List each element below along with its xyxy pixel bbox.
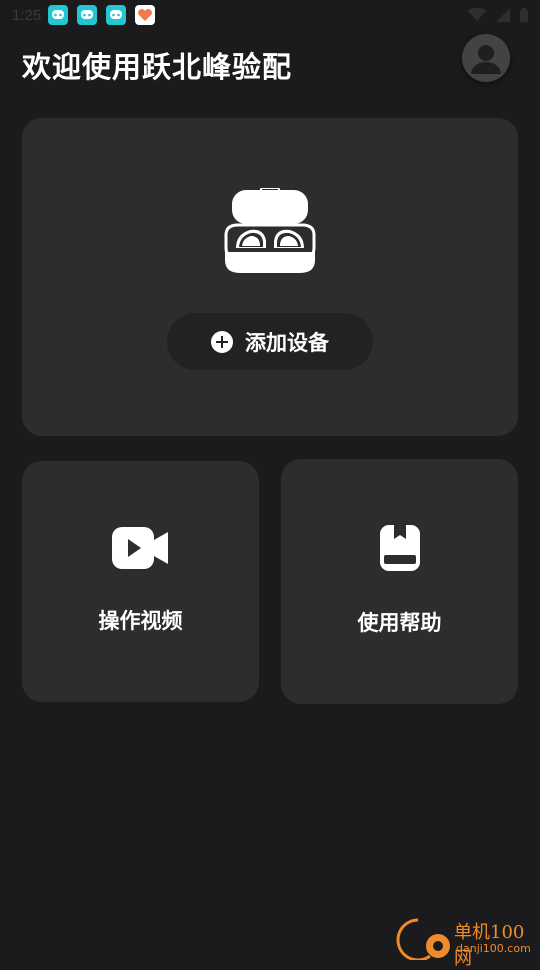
plus-circle-icon <box>211 330 233 353</box>
status-time: 1:25 <box>12 6 42 24</box>
watermark-line2: danji100.com <box>456 942 531 955</box>
health-app-notification-icon <box>135 5 155 25</box>
app-notification-icon <box>106 5 126 25</box>
notification-icons <box>48 5 155 25</box>
operation-video-tile[interactable]: 操作视频 <box>22 461 259 702</box>
avatar[interactable] <box>462 34 510 82</box>
help-book-icon <box>380 525 420 571</box>
app-notification-icon <box>77 5 97 25</box>
page-title: 欢迎使用跃北峰验配 <box>22 50 293 84</box>
status-bar: 1:25 <box>0 0 540 30</box>
operation-video-label: 操作视频 <box>98 609 183 633</box>
add-device-label: 添加设备 <box>245 330 329 355</box>
signal-icon <box>496 8 510 22</box>
watermark: 单机100网 danji100.com <box>390 916 540 969</box>
system-status-icons <box>468 8 528 22</box>
user-avatar-icon <box>462 34 510 82</box>
earbuds-case-icon <box>224 188 316 273</box>
usage-help-tile[interactable]: 使用帮助 <box>281 459 518 704</box>
wifi-icon <box>468 8 486 21</box>
usage-help-label: 使用帮助 <box>357 611 442 635</box>
app-notification-icon <box>48 5 68 25</box>
video-camera-icon <box>112 527 168 569</box>
add-device-button[interactable]: 添加设备 <box>167 313 373 370</box>
add-device-card[interactable] <box>22 118 518 436</box>
battery-icon <box>520 8 528 22</box>
watermark-logo-icon <box>396 918 450 960</box>
